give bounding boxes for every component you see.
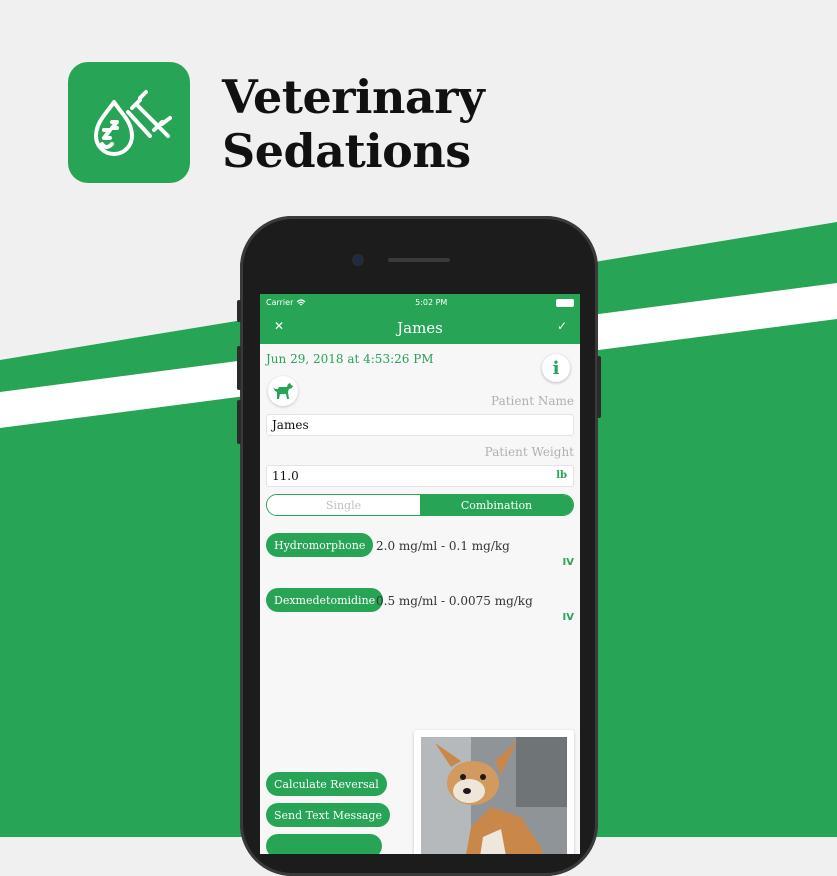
front-camera <box>354 256 362 264</box>
phone-frame: Carrier 5:02 PM ✕ James ✓ Jun 29, 2018 a… <box>237 216 601 876</box>
info-button[interactable]: i <box>542 354 570 382</box>
power-button <box>597 356 601 418</box>
mute-switch <box>237 300 241 322</box>
app-screen: Carrier 5:02 PM ✕ James ✓ Jun 29, 2018 a… <box>260 294 580 854</box>
drug-dose-hydromorphone: 2.0 mg/ml - 0.1 mg/kg <box>376 539 510 553</box>
patient-name-value: James <box>272 418 309 432</box>
volume-up-button <box>237 346 241 390</box>
segment-single[interactable]: Single <box>267 495 420 515</box>
drug-route-dexmedetomidine: IV <box>562 612 574 623</box>
carrier-label: Carrier <box>266 298 294 307</box>
status-left: Carrier <box>266 298 306 307</box>
weight-unit-label[interactable]: lb <box>556 470 567 481</box>
dog-photo-image <box>421 737 567 854</box>
patient-name-label: Patient Name <box>491 394 574 408</box>
status-bar: Carrier 5:02 PM <box>260 294 580 311</box>
patient-weight-label: Patient Weight <box>484 445 574 459</box>
drug-button-hydromorphone[interactable]: Hydromorphone <box>266 533 374 557</box>
patient-weight-field[interactable]: 11.0 lb <box>266 465 574 487</box>
drug-button-dexmedetomidine[interactable]: Dexmedetomidine <box>266 588 384 612</box>
send-text-message-button[interactable]: Send Text Message <box>266 803 390 827</box>
drug-dose-dexmedetomidine: 0.5 mg/ml - 0.0075 mg/kg <box>376 594 533 608</box>
record-timestamp: Jun 29, 2018 at 4:53:26 PM <box>266 352 434 366</box>
close-icon[interactable]: ✕ <box>274 319 284 333</box>
patient-weight-value: 11.0 <box>272 469 299 483</box>
app-icon <box>68 62 190 183</box>
mode-segmented-control: Single Combination <box>266 494 574 516</box>
species-dog-button[interactable] <box>268 376 298 406</box>
battery-icon <box>556 298 574 307</box>
patient-name-field[interactable]: James <box>266 414 574 436</box>
speaker-grille <box>388 258 450 262</box>
checkmark-icon[interactable]: ✓ <box>557 319 567 333</box>
app-headline: Veterinary Sedations <box>222 70 485 178</box>
action-button-partial[interactable] <box>266 834 382 854</box>
segment-combination[interactable]: Combination <box>420 495 573 515</box>
calculate-reversal-button[interactable]: Calculate Reversal <box>266 772 387 796</box>
volume-down-button <box>237 400 241 444</box>
wifi-icon <box>296 298 306 305</box>
headline-line-2: Sedations <box>222 124 471 178</box>
patient-photo-card[interactable] <box>414 730 574 854</box>
patient-photo <box>421 737 567 854</box>
drug-route-hydromorphone: IV <box>562 557 574 568</box>
headline-line-1: Veterinary <box>222 70 485 124</box>
navigation-bar: ✕ James ✓ <box>260 311 580 344</box>
sedation-syringe-icon <box>94 89 172 156</box>
dog-icon <box>273 383 293 399</box>
status-time: 5:02 PM <box>415 298 448 307</box>
nav-title: James <box>397 318 443 337</box>
